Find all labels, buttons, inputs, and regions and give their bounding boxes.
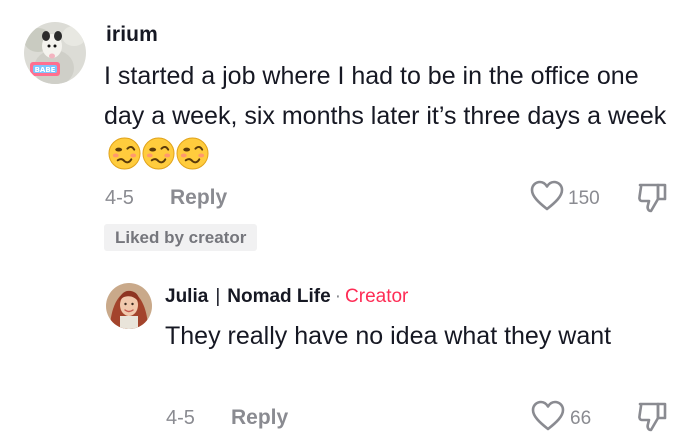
woozy-face-icon: [142, 137, 175, 170]
comment-like-count: 150: [568, 188, 600, 209]
reply-date: 4-5: [166, 407, 195, 429]
woozy-face-icon: [176, 137, 209, 170]
reply-author-name[interactable]: Julia: [165, 286, 208, 307]
comment-reply-button[interactable]: Reply: [170, 186, 227, 210]
comment-text: I started a job where I had to be in the…: [104, 56, 679, 182]
comment-date: 4-5: [105, 187, 134, 209]
commenter-username[interactable]: irium: [106, 23, 158, 47]
opossum-avatar-image: BABE: [24, 22, 86, 84]
liked-by-creator-badge: Liked by creator: [104, 224, 258, 251]
reply-header: Julia | Nomad Life · Creator: [165, 286, 408, 308]
creator-label: Creator: [345, 286, 409, 307]
reply-dislike-button[interactable]: [636, 400, 668, 434]
thumbs-down-icon: [638, 402, 667, 432]
heart-icon: [530, 180, 564, 211]
creator-avatar[interactable]: [106, 283, 152, 329]
reply-channel-name[interactable]: Nomad Life: [227, 286, 330, 307]
comment-body: I started a job where I had to be in the…: [104, 62, 667, 130]
heart-icon: [531, 400, 565, 431]
creator-avatar-image: [106, 283, 152, 329]
reply-reply-button[interactable]: Reply: [231, 406, 288, 430]
reply-dot-separator: ·: [334, 286, 342, 307]
thumbs-down-icon: [638, 183, 667, 213]
emoji-group: [108, 137, 210, 182]
reply-like-count: 66: [570, 408, 592, 429]
reply-text: They really have no idea what they want: [165, 322, 612, 350]
reply-like-button[interactable]: [531, 400, 565, 432]
avatar-badge-text: BABE: [35, 66, 56, 74]
woozy-face-icon: [108, 137, 141, 170]
comment-like-button[interactable]: [530, 180, 564, 212]
commenter-avatar[interactable]: BABE: [24, 22, 86, 84]
reply-name-separator: |: [215, 286, 221, 307]
comment-dislike-button[interactable]: [636, 181, 668, 215]
